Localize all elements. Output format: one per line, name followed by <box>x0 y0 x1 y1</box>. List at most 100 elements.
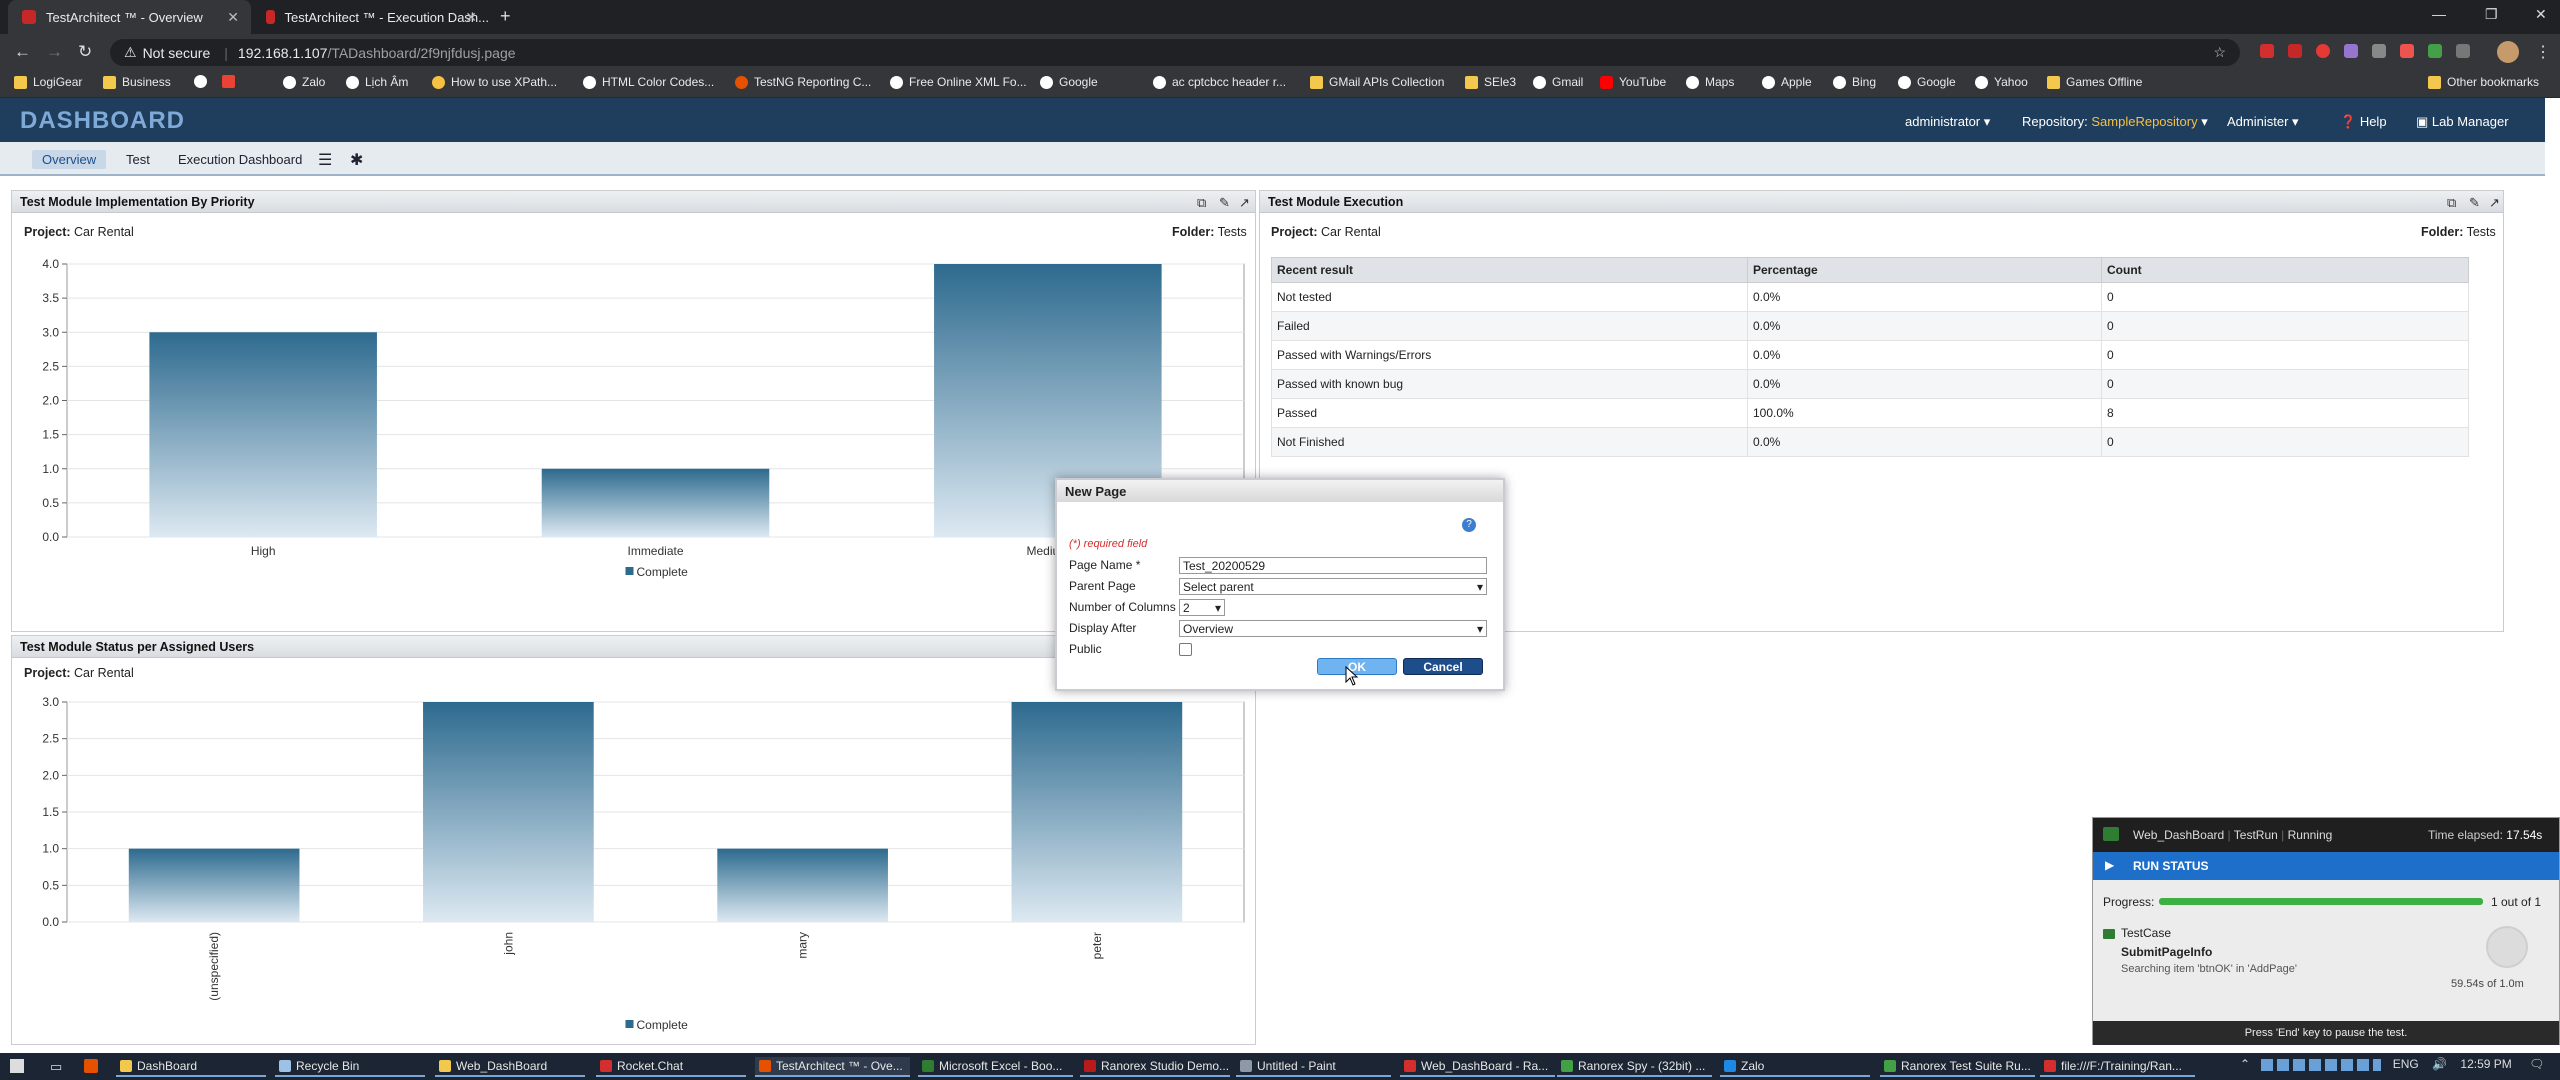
panel-export-icon[interactable]: ↗ <box>2489 195 2500 211</box>
bookmark-item[interactable]: TestNG Reporting C... <box>735 75 871 89</box>
bookmark-item[interactable]: Lịch Âm <box>346 75 408 89</box>
extension-icon[interactable] <box>2400 44 2414 58</box>
close-tab-icon[interactable]: ✕ <box>227 9 239 26</box>
panel-edit-icon[interactable]: ✎ <box>1219 195 1230 211</box>
taskbar-item[interactable]: Microsoft Excel - Boo... <box>918 1057 1073 1077</box>
taskbar-item[interactable]: Web_DashBoard <box>435 1057 585 1077</box>
run-status-bar[interactable]: ▶ RUN STATUS <box>2093 852 2559 880</box>
reload-icon[interactable]: ↻ <box>78 42 92 62</box>
bookmark-item[interactable]: HTML Color Codes... <box>583 75 714 89</box>
repository-menu[interactable]: Repository: SampleRepository ▾ <box>2022 114 2208 130</box>
bookmark-item[interactable] <box>194 75 213 88</box>
tab-overview-page[interactable]: Overview <box>32 150 107 169</box>
help-icon[interactable]: ? <box>1462 518 1476 532</box>
taskbar-item[interactable]: TestArchitect ™ - Ove... <box>755 1057 910 1077</box>
tray-chevron-icon[interactable]: ⌃ <box>2240 1057 2250 1071</box>
extension-icon[interactable] <box>2316 44 2330 58</box>
task-view-icon[interactable]: ▭ <box>50 1059 62 1075</box>
close-tab-icon[interactable]: ✕ <box>465 9 477 26</box>
panel-export-icon[interactable]: ↗ <box>1239 195 1250 211</box>
tab-execution-dashboard[interactable]: TestArchitect ™ - Execution Dash... ✕ <box>252 0 489 34</box>
url-input[interactable]: ⚠ Not secure | 192.168.1.107/TADashboard… <box>110 39 2240 66</box>
extension-icon[interactable] <box>2428 44 2442 58</box>
page-name-input[interactable]: Test_20200529 <box>1179 557 1487 574</box>
notifications-icon[interactable]: 🗨 <box>2529 1057 2544 1071</box>
menu-kebab-icon[interactable]: ⋮ <box>2535 42 2551 62</box>
panel-edit-icon[interactable]: ✎ <box>2469 195 2480 211</box>
administer-menu[interactable]: Administer ▾ <box>2227 114 2299 130</box>
taskbar-item[interactable]: Ranorex Test Suite Ru... <box>1880 1057 2035 1077</box>
taskbar-item[interactable]: Zalo <box>1720 1057 1870 1077</box>
table-cell: 0.0% <box>1747 369 2102 399</box>
taskbar-item[interactable]: Web_DashBoard - Ra... <box>1400 1057 1555 1077</box>
choose-panels-icon[interactable]: ✱ <box>340 148 373 172</box>
clock[interactable]: 12:59 PM <box>2460 1057 2511 1071</box>
bookmark-star-icon[interactable]: ☆ <box>2213 44 2226 61</box>
extension-icon[interactable] <box>2372 44 2386 58</box>
app-pin-icon[interactable] <box>84 1059 98 1073</box>
windows-start-icon[interactable] <box>10 1059 24 1073</box>
taskbar-item[interactable]: Rocket.Chat <box>596 1057 746 1077</box>
panel-copy-icon[interactable]: ⧉ <box>2447 195 2456 211</box>
bookmark-item[interactable]: Apple <box>1762 75 1812 89</box>
extension-icon[interactable] <box>2260 44 2274 58</box>
taskbar-item[interactable]: DashBoard <box>116 1057 266 1077</box>
number-of-columns-select[interactable]: 2 ▾ <box>1179 599 1225 616</box>
tab-test-page[interactable]: Test <box>116 150 160 169</box>
bookmark-item[interactable]: Free Online XML Fo... <box>890 75 1027 89</box>
public-checkbox[interactable] <box>1179 643 1192 656</box>
user-menu[interactable]: administrator ▾ <box>1905 114 1990 130</box>
restore-icon[interactable]: ❐ <box>2485 6 2498 23</box>
lab-manager-link[interactable]: ▣ Lab Manager <box>2416 114 2509 130</box>
y-tick-label: 1.5 <box>42 805 59 819</box>
bookmark-item[interactable]: Games Offline <box>2047 75 2142 89</box>
bookmark-item[interactable]: SEle3 <box>1465 75 1516 89</box>
back-icon[interactable]: ← <box>14 42 31 62</box>
tab-overview[interactable]: TestArchitect ™ - Overview ✕ <box>8 0 251 34</box>
volume-icon[interactable]: 🔊 <box>2432 1057 2447 1071</box>
forward-icon[interactable]: → <box>46 42 63 62</box>
bookmark-item[interactable] <box>222 75 241 88</box>
close-window-icon[interactable]: ✕ <box>2535 6 2547 23</box>
bookmark-item[interactable]: GMail APIs Collection <box>1310 75 1444 89</box>
other-bookmarks[interactable]: Other bookmarks <box>2428 75 2539 89</box>
bookmark-item[interactable]: Google <box>1040 75 1098 89</box>
bookmark-item[interactable]: Maps <box>1686 75 1734 89</box>
panel-copy-icon[interactable]: ⧉ <box>1197 195 1206 211</box>
taskbar-item-label: Web_DashBoard <box>456 1059 548 1073</box>
bookmark-item[interactable]: How to use XPath... <box>432 75 557 89</box>
bookmark-item[interactable]: ac cptcbcc header r... <box>1153 75 1286 89</box>
app-icon <box>2044 1060 2056 1072</box>
bookmark-item[interactable]: Yahoo <box>1975 75 2028 89</box>
cancel-button[interactable]: Cancel <box>1403 658 1483 675</box>
globe-icon <box>194 75 207 88</box>
help-link[interactable]: ❓ Help <box>2340 114 2387 130</box>
tab-execution-dashboard-page[interactable]: Execution Dashboard <box>168 150 312 169</box>
profile-avatar[interactable] <box>2497 41 2519 63</box>
new-tab-button[interactable]: + <box>500 6 511 27</box>
bookmark-item[interactable]: LogiGear <box>14 75 82 89</box>
taskbar-item[interactable]: Ranorex Spy - (32bit) ... <box>1557 1057 1712 1077</box>
display-after-select[interactable]: Overview ▾ <box>1179 620 1487 637</box>
parent-page-select[interactable]: Select parent ▾ <box>1179 578 1487 595</box>
lab-manager-icon: ▣ <box>2416 114 2429 129</box>
extension-icon[interactable] <box>2344 44 2358 58</box>
tray-icons[interactable] <box>2261 1058 2382 1071</box>
bookmark-item[interactable]: Business <box>103 75 171 89</box>
taskbar-item[interactable]: Recycle Bin <box>275 1057 425 1077</box>
extension-icon[interactable] <box>2456 44 2470 58</box>
bookmark-item[interactable]: Bing <box>1833 75 1876 89</box>
bookmark-item[interactable]: YouTube <box>1600 75 1666 89</box>
bookmark-item[interactable]: Gmail <box>1533 75 1583 89</box>
abp-icon[interactable] <box>2288 44 2302 58</box>
minimize-icon[interactable]: — <box>2432 6 2446 22</box>
taskbar-item[interactable]: file:///F:/Training/Ran... <box>2040 1057 2195 1077</box>
taskbar-item[interactable]: Ranorex Studio Demo... <box>1080 1057 1230 1077</box>
play-icon[interactable]: ▶ <box>2105 858 2114 872</box>
global-setting-menu-icon[interactable]: ☰ <box>308 148 342 172</box>
bookmark-item[interactable]: Zalo <box>283 75 325 89</box>
taskbar-item[interactable]: Untitled - Paint <box>1236 1057 1391 1077</box>
y-tick-label: 0.0 <box>42 530 59 544</box>
bookmark-item[interactable]: Google <box>1898 75 1956 89</box>
language-indicator[interactable]: ENG <box>2393 1057 2419 1071</box>
